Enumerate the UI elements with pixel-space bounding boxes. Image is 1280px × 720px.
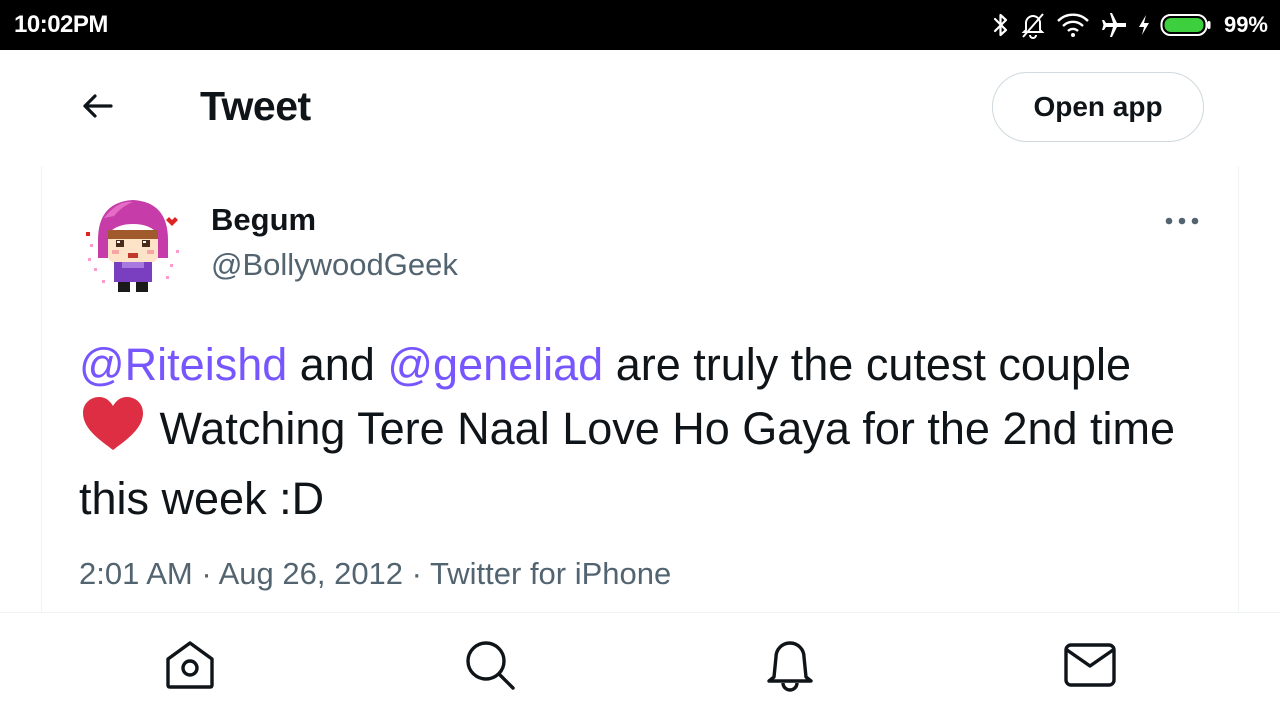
search-icon xyxy=(463,638,517,697)
charging-icon xyxy=(1138,14,1150,36)
pixel-avatar-image xyxy=(78,188,188,298)
back-button[interactable] xyxy=(70,80,126,136)
tweet-text: @Riteishd and @geneliad are truly the cu… xyxy=(79,334,1209,530)
header: Tweet Open app xyxy=(0,50,1280,166)
tweet-card: Begum @BollywoodGeek @Riteishd and @gene… xyxy=(41,166,1239,612)
tweet-meta: 2:01 AM · Aug 26, 2012 · Twitter for iPh… xyxy=(79,556,671,592)
page-title: Tweet xyxy=(200,83,311,129)
nav-notifications-button[interactable] xyxy=(760,637,820,697)
battery-icon xyxy=(1160,12,1212,38)
messages-icon xyxy=(1063,642,1117,693)
tweet-source[interactable]: Twitter for iPhone xyxy=(430,556,671,591)
tweet-text-part: are truly the cutest couple xyxy=(603,339,1131,390)
more-horizontal-icon xyxy=(1164,213,1200,231)
bell-off-icon xyxy=(1020,11,1046,39)
wifi-icon xyxy=(1056,12,1090,38)
display-name[interactable]: Begum xyxy=(211,202,316,238)
tweet-text-part: Watching Tere Naal Love Ho Gaya for the … xyxy=(79,403,1176,524)
nav-messages-button[interactable] xyxy=(1060,637,1120,697)
tweet-date[interactable]: Aug 26, 2012 xyxy=(219,556,403,591)
tweet-time[interactable]: 2:01 AM xyxy=(79,556,193,591)
tweet-text-part: and xyxy=(287,339,388,390)
mention-link[interactable]: @geneliad xyxy=(387,339,603,390)
meta-separator: · xyxy=(192,556,219,591)
nav-home-button[interactable] xyxy=(160,637,220,697)
airplane-icon xyxy=(1100,11,1128,39)
heart-emoji-icon xyxy=(81,396,145,468)
more-button[interactable] xyxy=(1152,202,1212,242)
bottom-nav xyxy=(0,612,1280,720)
notifications-icon xyxy=(764,637,816,698)
home-icon xyxy=(162,639,218,696)
nav-search-button[interactable] xyxy=(460,637,520,697)
mention-link[interactable]: @Riteishd xyxy=(79,339,287,390)
bluetooth-icon xyxy=(992,12,1010,38)
status-icons: 99% xyxy=(992,8,1268,42)
user-handle[interactable]: @BollywoodGeek xyxy=(211,247,458,283)
status-time: 10:02PM xyxy=(14,11,108,38)
open-app-button[interactable]: Open app xyxy=(992,72,1204,142)
status-bar: 10:02PM 99% xyxy=(0,0,1280,50)
battery-percent: 99% xyxy=(1223,12,1268,37)
avatar[interactable] xyxy=(78,188,188,298)
meta-separator: · xyxy=(403,556,431,591)
arrow-left-icon xyxy=(81,92,115,125)
